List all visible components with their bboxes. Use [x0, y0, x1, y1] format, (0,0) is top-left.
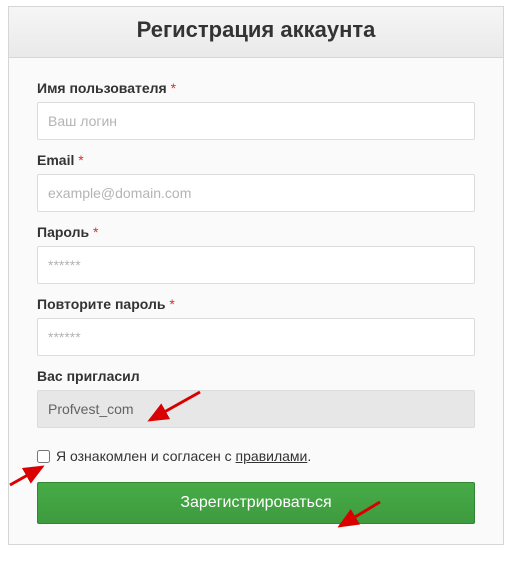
- label-password-repeat-text: Повторите пароль: [37, 296, 165, 312]
- label-referrer: Вас пригласил: [37, 368, 475, 384]
- field-referrer: Вас пригласил: [37, 368, 475, 428]
- required-mark: *: [169, 296, 174, 312]
- required-mark: *: [78, 152, 83, 168]
- form-body: Имя пользователя * Email * Пароль * Повт…: [9, 58, 503, 544]
- label-username-text: Имя пользователя: [37, 80, 167, 96]
- field-password-repeat: Повторите пароль *: [37, 296, 475, 356]
- panel-header: Регистрация аккаунта: [9, 7, 503, 58]
- referrer-input[interactable]: [37, 390, 475, 428]
- label-password: Пароль *: [37, 224, 475, 240]
- registration-panel: Регистрация аккаунта Имя пользователя * …: [8, 6, 504, 545]
- field-username: Имя пользователя *: [37, 80, 475, 140]
- agreement-suffix: .: [307, 448, 311, 464]
- password-input[interactable]: [37, 246, 475, 284]
- required-mark: *: [171, 80, 176, 96]
- label-email: Email *: [37, 152, 475, 168]
- label-password-repeat: Повторите пароль *: [37, 296, 475, 312]
- username-input[interactable]: [37, 102, 475, 140]
- agreement-prefix: Я ознакомлен и согласен с: [56, 448, 236, 464]
- label-username: Имя пользователя *: [37, 80, 475, 96]
- label-referrer-text: Вас пригласил: [37, 368, 140, 384]
- field-password: Пароль *: [37, 224, 475, 284]
- email-input[interactable]: [37, 174, 475, 212]
- agreement-row: Я ознакомлен и согласен с правилами.: [37, 448, 475, 464]
- password-repeat-input[interactable]: [37, 318, 475, 356]
- submit-button[interactable]: Зарегистрироваться: [37, 482, 475, 524]
- rules-link[interactable]: правилами: [236, 448, 308, 464]
- field-email: Email *: [37, 152, 475, 212]
- agreement-text: Я ознакомлен и согласен с правилами.: [56, 448, 311, 464]
- label-password-text: Пароль: [37, 224, 89, 240]
- required-mark: *: [93, 224, 98, 240]
- label-email-text: Email: [37, 152, 74, 168]
- agreement-checkbox[interactable]: [37, 450, 50, 463]
- page-title: Регистрация аккаунта: [9, 17, 503, 43]
